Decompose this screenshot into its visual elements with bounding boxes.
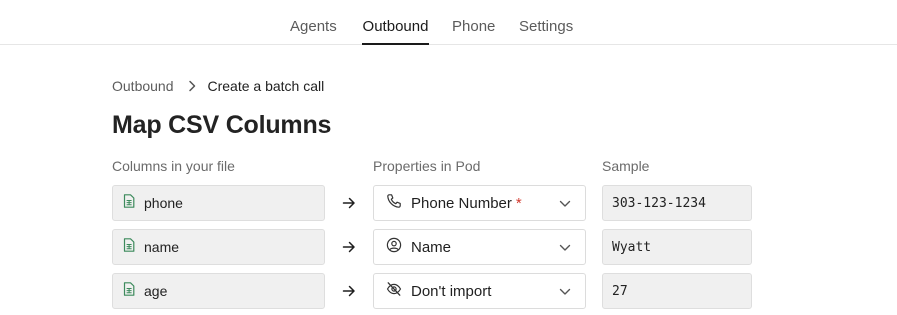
file-column-name: age [144, 283, 168, 299]
sample-value: 303-123-1234 [602, 185, 752, 221]
spreadsheet-file-icon [123, 193, 135, 213]
tab-phone[interactable]: Phone [452, 18, 495, 45]
chevron-right-icon [188, 80, 196, 92]
sample-value: Wyatt [602, 229, 752, 265]
property-select[interactable]: Don't import [373, 273, 586, 309]
breadcrumb: Outbound Create a batch call [112, 78, 324, 94]
breadcrumb-current: Create a batch call [207, 78, 325, 94]
tab-settings[interactable]: Settings [519, 18, 573, 45]
property-select[interactable]: Phone Number * [373, 185, 586, 221]
property-select[interactable]: Name [373, 229, 586, 265]
breadcrumb-outbound-link[interactable]: Outbound [112, 78, 174, 94]
property-select-value: Don't import [411, 282, 492, 300]
file-column-name: phone [144, 195, 183, 211]
arrow-right-icon [342, 241, 355, 253]
property-select-value: Name [411, 238, 452, 256]
header-properties-in-pod: Properties in Pod [373, 158, 481, 174]
file-column-field: phone [112, 185, 325, 221]
arrow-right-icon [342, 285, 355, 297]
mapping-row: name Name Wyatt [0, 229, 897, 265]
file-column-name: name [144, 239, 180, 255]
spreadsheet-file-icon [123, 281, 135, 301]
page-title: Map CSV Columns [112, 111, 332, 139]
spreadsheet-file-icon [123, 237, 135, 257]
file-column-field: name [112, 229, 325, 265]
required-asterisk: * [515, 194, 522, 212]
arrow-right-icon [342, 197, 355, 209]
eye-off-icon [386, 281, 402, 302]
tab-outbound[interactable]: Outbound [362, 18, 429, 45]
file-column-field: age [112, 273, 325, 309]
phone-icon [386, 193, 402, 214]
top-navigation: Agents Outbound Phone Settings [0, 0, 897, 45]
chevron-down-icon [559, 200, 571, 207]
header-columns-in-file: Columns in your file [112, 158, 235, 174]
mapping-row: age Don't import 27 [0, 273, 897, 309]
user-circle-icon [386, 237, 402, 258]
sample-value: 27 [602, 273, 752, 309]
property-select-value: Phone Number [411, 194, 512, 212]
chevron-down-icon [559, 244, 571, 251]
chevron-down-icon [559, 288, 571, 295]
tab-agents[interactable]: Agents [290, 18, 337, 45]
header-sample: Sample [602, 158, 650, 174]
mapping-row: phone Phone Number * 303-123-1234 [0, 185, 897, 221]
